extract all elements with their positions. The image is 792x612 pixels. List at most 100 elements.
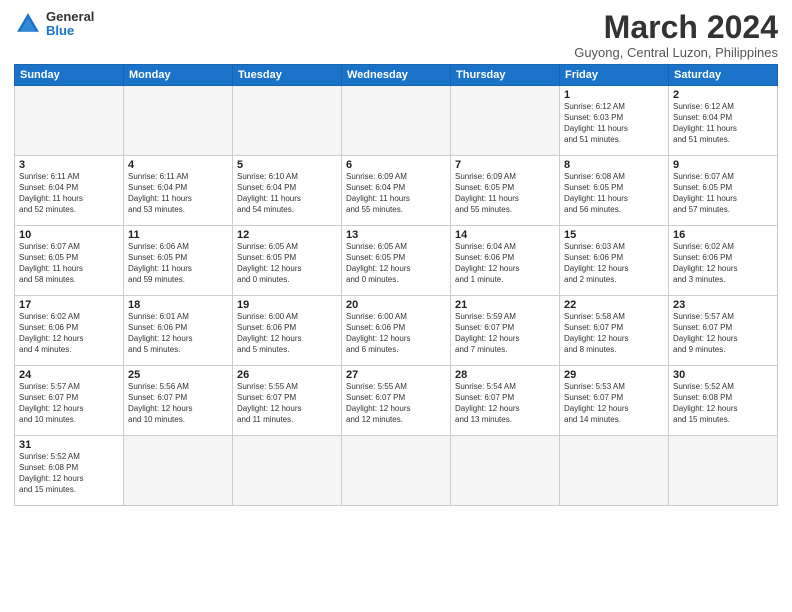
day-number: 22 (564, 299, 664, 311)
day-number: 28 (455, 369, 555, 381)
day-number: 13 (346, 229, 446, 241)
calendar-cell-10: 10Sunrise: 6:07 AM Sunset: 6:05 PM Dayli… (15, 226, 124, 296)
logo-line2: Blue (46, 24, 94, 38)
day-info: Sunrise: 6:11 AM Sunset: 6:04 PM Dayligh… (128, 172, 228, 215)
calendar-cell-empty (124, 86, 233, 156)
day-info: Sunrise: 6:00 AM Sunset: 6:06 PM Dayligh… (346, 312, 446, 355)
calendar-cell-empty (342, 86, 451, 156)
calendar-cell-17: 17Sunrise: 6:02 AM Sunset: 6:06 PM Dayli… (15, 296, 124, 366)
day-info: Sunrise: 6:05 AM Sunset: 6:05 PM Dayligh… (346, 242, 446, 285)
day-info: Sunrise: 6:08 AM Sunset: 6:05 PM Dayligh… (564, 172, 664, 215)
day-number: 29 (564, 369, 664, 381)
day-info: Sunrise: 5:57 AM Sunset: 6:07 PM Dayligh… (19, 382, 119, 425)
calendar-cell-3: 3Sunrise: 6:11 AM Sunset: 6:04 PM Daylig… (15, 156, 124, 226)
logo: General Blue (14, 10, 94, 39)
day-number: 21 (455, 299, 555, 311)
day-number: 24 (19, 369, 119, 381)
logo-line1: General (46, 10, 94, 24)
day-number: 2 (673, 89, 773, 101)
calendar-cell-5: 5Sunrise: 6:10 AM Sunset: 6:04 PM Daylig… (233, 156, 342, 226)
day-number: 10 (19, 229, 119, 241)
subtitle: Guyong, Central Luzon, Philippines (574, 45, 778, 60)
calendar-cell-4: 4Sunrise: 6:11 AM Sunset: 6:04 PM Daylig… (124, 156, 233, 226)
calendar-cell-empty (451, 436, 560, 506)
day-info: Sunrise: 5:56 AM Sunset: 6:07 PM Dayligh… (128, 382, 228, 425)
calendar-cell-26: 26Sunrise: 5:55 AM Sunset: 6:07 PM Dayli… (233, 366, 342, 436)
calendar-cell-9: 9Sunrise: 6:07 AM Sunset: 6:05 PM Daylig… (669, 156, 778, 226)
calendar-cell-empty (560, 436, 669, 506)
calendar-cell-30: 30Sunrise: 5:52 AM Sunset: 6:08 PM Dayli… (669, 366, 778, 436)
calendar-week-2: 10Sunrise: 6:07 AM Sunset: 6:05 PM Dayli… (15, 226, 778, 296)
day-info: Sunrise: 6:06 AM Sunset: 6:05 PM Dayligh… (128, 242, 228, 285)
day-info: Sunrise: 5:53 AM Sunset: 6:07 PM Dayligh… (564, 382, 664, 425)
day-info: Sunrise: 5:52 AM Sunset: 6:08 PM Dayligh… (673, 382, 773, 425)
calendar-cell-1: 1Sunrise: 6:12 AM Sunset: 6:03 PM Daylig… (560, 86, 669, 156)
calendar-week-0: 1Sunrise: 6:12 AM Sunset: 6:03 PM Daylig… (15, 86, 778, 156)
col-header-thursday: Thursday (451, 65, 560, 86)
day-number: 5 (237, 159, 337, 171)
day-info: Sunrise: 6:01 AM Sunset: 6:06 PM Dayligh… (128, 312, 228, 355)
header: General Blue March 2024 Guyong, Central … (14, 10, 778, 60)
calendar-table: SundayMondayTuesdayWednesdayThursdayFrid… (14, 64, 778, 506)
day-number: 16 (673, 229, 773, 241)
day-info: Sunrise: 6:03 AM Sunset: 6:06 PM Dayligh… (564, 242, 664, 285)
col-header-saturday: Saturday (669, 65, 778, 86)
day-number: 17 (19, 299, 119, 311)
calendar-cell-empty (233, 86, 342, 156)
calendar-cell-28: 28Sunrise: 5:54 AM Sunset: 6:07 PM Dayli… (451, 366, 560, 436)
calendar-cell-empty (124, 436, 233, 506)
calendar-cell-empty (669, 436, 778, 506)
calendar-cell-empty (233, 436, 342, 506)
day-info: Sunrise: 5:58 AM Sunset: 6:07 PM Dayligh… (564, 312, 664, 355)
col-header-monday: Monday (124, 65, 233, 86)
day-number: 20 (346, 299, 446, 311)
calendar-cell-empty (451, 86, 560, 156)
calendar-cell-12: 12Sunrise: 6:05 AM Sunset: 6:05 PM Dayli… (233, 226, 342, 296)
day-number: 31 (19, 439, 119, 451)
calendar-cell-14: 14Sunrise: 6:04 AM Sunset: 6:06 PM Dayli… (451, 226, 560, 296)
day-info: Sunrise: 5:55 AM Sunset: 6:07 PM Dayligh… (346, 382, 446, 425)
calendar-cell-15: 15Sunrise: 6:03 AM Sunset: 6:06 PM Dayli… (560, 226, 669, 296)
day-number: 25 (128, 369, 228, 381)
calendar-cell-31: 31Sunrise: 5:52 AM Sunset: 6:08 PM Dayli… (15, 436, 124, 506)
col-header-sunday: Sunday (15, 65, 124, 86)
calendar-cell-7: 7Sunrise: 6:09 AM Sunset: 6:05 PM Daylig… (451, 156, 560, 226)
calendar-cell-8: 8Sunrise: 6:08 AM Sunset: 6:05 PM Daylig… (560, 156, 669, 226)
day-number: 14 (455, 229, 555, 241)
day-number: 6 (346, 159, 446, 171)
calendar-cell-empty (15, 86, 124, 156)
logo-icon (14, 10, 42, 38)
calendar-cell-22: 22Sunrise: 5:58 AM Sunset: 6:07 PM Dayli… (560, 296, 669, 366)
calendar-cell-29: 29Sunrise: 5:53 AM Sunset: 6:07 PM Dayli… (560, 366, 669, 436)
day-info: Sunrise: 6:12 AM Sunset: 6:04 PM Dayligh… (673, 102, 773, 145)
day-info: Sunrise: 5:52 AM Sunset: 6:08 PM Dayligh… (19, 452, 119, 495)
day-number: 9 (673, 159, 773, 171)
page: General Blue March 2024 Guyong, Central … (0, 0, 792, 612)
col-header-wednesday: Wednesday (342, 65, 451, 86)
day-number: 1 (564, 89, 664, 101)
calendar-cell-21: 21Sunrise: 5:59 AM Sunset: 6:07 PM Dayli… (451, 296, 560, 366)
calendar-header-row: SundayMondayTuesdayWednesdayThursdayFrid… (15, 65, 778, 86)
calendar-cell-11: 11Sunrise: 6:06 AM Sunset: 6:05 PM Dayli… (124, 226, 233, 296)
day-info: Sunrise: 6:04 AM Sunset: 6:06 PM Dayligh… (455, 242, 555, 285)
calendar-week-4: 24Sunrise: 5:57 AM Sunset: 6:07 PM Dayli… (15, 366, 778, 436)
calendar-week-5: 31Sunrise: 5:52 AM Sunset: 6:08 PM Dayli… (15, 436, 778, 506)
calendar-cell-23: 23Sunrise: 5:57 AM Sunset: 6:07 PM Dayli… (669, 296, 778, 366)
col-header-tuesday: Tuesday (233, 65, 342, 86)
day-number: 18 (128, 299, 228, 311)
calendar-cell-27: 27Sunrise: 5:55 AM Sunset: 6:07 PM Dayli… (342, 366, 451, 436)
day-info: Sunrise: 5:55 AM Sunset: 6:07 PM Dayligh… (237, 382, 337, 425)
calendar-week-3: 17Sunrise: 6:02 AM Sunset: 6:06 PM Dayli… (15, 296, 778, 366)
day-number: 30 (673, 369, 773, 381)
title-block: March 2024 Guyong, Central Luzon, Philip… (574, 10, 778, 60)
day-info: Sunrise: 6:02 AM Sunset: 6:06 PM Dayligh… (19, 312, 119, 355)
calendar-cell-25: 25Sunrise: 5:56 AM Sunset: 6:07 PM Dayli… (124, 366, 233, 436)
day-number: 11 (128, 229, 228, 241)
day-info: Sunrise: 6:09 AM Sunset: 6:05 PM Dayligh… (455, 172, 555, 215)
calendar-cell-2: 2Sunrise: 6:12 AM Sunset: 6:04 PM Daylig… (669, 86, 778, 156)
col-header-friday: Friday (560, 65, 669, 86)
day-info: Sunrise: 6:10 AM Sunset: 6:04 PM Dayligh… (237, 172, 337, 215)
calendar-cell-13: 13Sunrise: 6:05 AM Sunset: 6:05 PM Dayli… (342, 226, 451, 296)
calendar-cell-6: 6Sunrise: 6:09 AM Sunset: 6:04 PM Daylig… (342, 156, 451, 226)
day-info: Sunrise: 6:00 AM Sunset: 6:06 PM Dayligh… (237, 312, 337, 355)
